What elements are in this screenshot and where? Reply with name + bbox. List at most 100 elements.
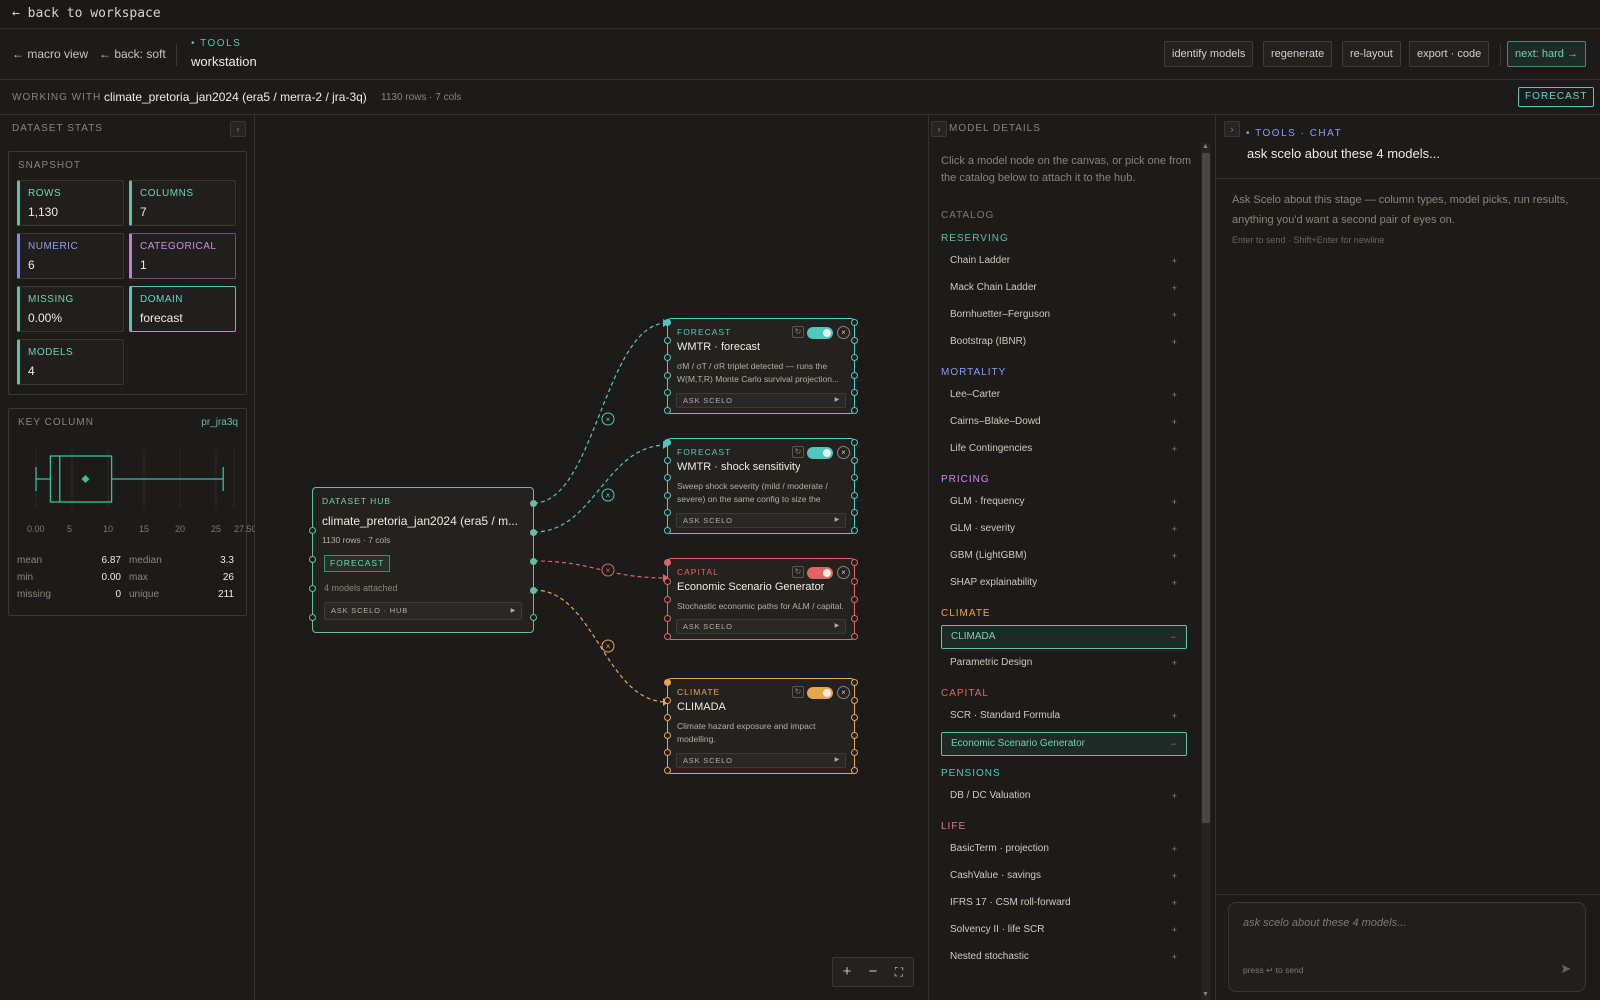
ask-scelo-button[interactable]: ASK SCELO ▶ [676, 393, 846, 408]
model-canvas[interactable]: × × × × DATASET HUB climate_pretoria_jan… [255, 115, 928, 1000]
next-hard-button[interactable]: next: hard → [1507, 41, 1586, 67]
port[interactable] [851, 596, 858, 603]
port[interactable] [664, 767, 671, 774]
add-icon[interactable]: + [1172, 331, 1177, 353]
port[interactable] [664, 559, 671, 566]
catalog-item[interactable]: Nested stochastic + [941, 946, 1187, 970]
catalog-item[interactable]: GLM · frequency + [941, 491, 1187, 515]
refresh-icon[interactable]: ↻ [792, 446, 804, 458]
port[interactable] [664, 596, 671, 603]
port[interactable] [851, 767, 858, 774]
ask-scelo-hub-button[interactable]: ASK SCELO · HUB ▶ [324, 602, 522, 620]
port[interactable] [851, 696, 858, 704]
port[interactable] [664, 336, 671, 344]
port[interactable] [851, 559, 858, 566]
port[interactable] [851, 407, 858, 414]
remove-icon[interactable]: − [1171, 733, 1176, 755]
node-wmtr-shock[interactable]: FORECAST ↻ × WMTR · shock sensitivity Sw… [664, 438, 858, 534]
port[interactable] [309, 585, 316, 592]
port[interactable] [664, 407, 671, 414]
refresh-icon[interactable]: ↻ [792, 326, 804, 338]
port[interactable] [851, 456, 858, 464]
port[interactable] [530, 614, 537, 621]
add-icon[interactable]: + [1172, 838, 1177, 860]
scroll-up-icon[interactable]: ▲ [1202, 143, 1209, 150]
port[interactable] [664, 714, 671, 722]
refresh-icon[interactable]: ↻ [792, 566, 804, 578]
port[interactable] [851, 614, 858, 622]
catalog-item[interactable]: Lee–Carter + [941, 384, 1187, 408]
add-icon[interactable]: + [1172, 438, 1177, 460]
back-soft-link[interactable]: ← back: soft [99, 47, 166, 61]
port[interactable] [851, 439, 858, 446]
port[interactable] [664, 354, 671, 362]
port[interactable] [851, 371, 858, 379]
add-icon[interactable]: + [1172, 304, 1177, 326]
port[interactable] [530, 529, 537, 536]
re-layout-button[interactable]: re-layout [1342, 41, 1401, 67]
add-icon[interactable]: + [1172, 277, 1177, 299]
catalog-item[interactable]: Cairns–Blake–Dowd + [941, 411, 1187, 435]
add-icon[interactable]: + [1172, 785, 1177, 807]
enable-toggle[interactable] [807, 327, 833, 339]
collapse-details-icon[interactable]: › [931, 121, 947, 137]
scrollbar[interactable]: ▲ ▼ [1201, 143, 1211, 1000]
node-esg[interactable]: CAPITAL ↻ × Economic Scenario Generator … [664, 558, 858, 640]
close-icon[interactable]: × [837, 446, 850, 459]
port[interactable] [851, 527, 858, 534]
port[interactable] [664, 749, 671, 757]
refresh-icon[interactable]: ↻ [792, 686, 804, 698]
catalog-item[interactable]: CashValue · savings + [941, 865, 1187, 889]
catalog-item[interactable]: Parametric Design + [941, 652, 1187, 676]
catalog-item[interactable]: Bootstrap (IBNR) + [941, 331, 1187, 355]
port[interactable] [851, 679, 858, 686]
port[interactable] [309, 556, 316, 563]
add-icon[interactable]: + [1172, 652, 1177, 674]
catalog-item[interactable]: GBM (LightGBM) + [941, 545, 1187, 569]
catalog-item[interactable]: Economic Scenario Generator − [941, 732, 1187, 756]
add-icon[interactable]: + [1172, 411, 1177, 433]
scroll-down-icon[interactable]: ▼ [1202, 991, 1209, 998]
port[interactable] [664, 491, 671, 499]
add-icon[interactable]: + [1172, 705, 1177, 727]
add-icon[interactable]: + [1172, 491, 1177, 513]
ask-scelo-button[interactable]: ASK SCELO ▶ [676, 753, 846, 768]
catalog-item[interactable]: DB / DC Valuation + [941, 785, 1187, 809]
catalog-item[interactable]: Bornhuetter–Ferguson + [941, 304, 1187, 328]
add-icon[interactable]: + [1172, 892, 1177, 914]
port[interactable] [664, 389, 671, 397]
port[interactable] [664, 731, 671, 739]
port[interactable] [851, 319, 858, 326]
port[interactable] [664, 456, 671, 464]
catalog-item[interactable]: GLM · severity + [941, 518, 1187, 542]
add-icon[interactable]: + [1172, 919, 1177, 941]
add-icon[interactable]: + [1172, 518, 1177, 540]
port[interactable] [664, 319, 671, 326]
enable-toggle[interactable] [807, 687, 833, 699]
port[interactable] [664, 474, 671, 482]
fit-view-button[interactable]: ⛶ [890, 965, 908, 980]
port[interactable] [309, 527, 316, 534]
catalog-item[interactable]: CLIMADA − [941, 625, 1187, 649]
ask-scelo-button[interactable]: ASK SCELO ▶ [676, 619, 846, 634]
add-icon[interactable]: + [1172, 384, 1177, 406]
add-icon[interactable]: + [1172, 946, 1177, 968]
close-icon[interactable]: × [837, 326, 850, 339]
export-code-button[interactable]: export · code [1409, 41, 1490, 67]
zoom-in-button[interactable]: + [838, 963, 856, 980]
add-icon[interactable]: + [1172, 545, 1177, 567]
port[interactable] [664, 633, 671, 640]
dataset-hub-node[interactable]: DATASET HUB climate_pretoria_jan2024 (er… [309, 487, 537, 633]
catalog-item[interactable]: Mack Chain Ladder + [941, 277, 1187, 301]
collapse-chat-icon[interactable]: › [1224, 121, 1240, 137]
back-to-workspace-link[interactable]: ← back to workspace [12, 6, 161, 21]
add-icon[interactable]: + [1172, 572, 1177, 594]
node-climada[interactable]: CLIMATE ↻ × CLIMADA Climate hazard expos… [664, 678, 858, 774]
port[interactable] [664, 614, 671, 622]
port[interactable] [664, 696, 671, 704]
port[interactable] [664, 509, 671, 517]
zoom-out-button[interactable]: − [864, 963, 882, 980]
catalog-item[interactable]: IFRS 17 · CSM roll-forward + [941, 892, 1187, 916]
port[interactable] [664, 577, 671, 585]
port[interactable] [851, 731, 858, 739]
